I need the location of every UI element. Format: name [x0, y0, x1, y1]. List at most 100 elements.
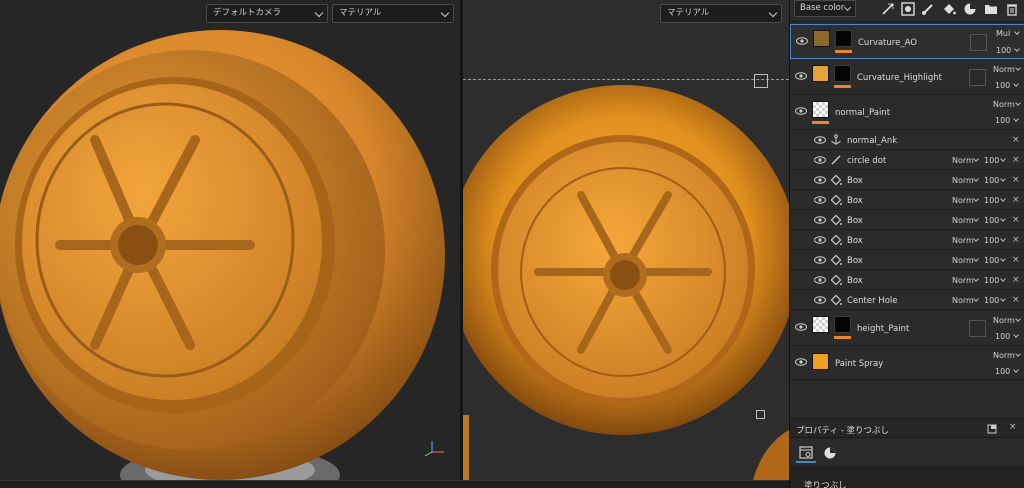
effect-row[interactable]: normal_Ank ×	[790, 130, 1024, 150]
close-icon[interactable]: ×	[1012, 195, 1020, 205]
eye-icon[interactable]	[814, 256, 826, 264]
close-icon[interactable]: ×	[1012, 135, 1020, 145]
opacity-value[interactable]: 100	[996, 46, 1011, 55]
resize-handle-top[interactable]	[754, 74, 768, 88]
opacity-value[interactable]: 100	[984, 176, 999, 185]
fill-icon	[830, 274, 842, 286]
layer-mask-thumbnail[interactable]	[835, 30, 852, 47]
eye-icon[interactable]	[814, 216, 826, 224]
blend-mode[interactable]: Norm	[952, 296, 974, 305]
fx-effect-icon[interactable]	[881, 2, 895, 16]
blend-mode[interactable]: Norm	[952, 216, 974, 225]
layer-row[interactable]: normal_Paint Norm 100	[790, 95, 1024, 130]
effect-row[interactable]: Box Norm 100 ×	[790, 170, 1024, 190]
eye-icon[interactable]	[795, 358, 807, 366]
opacity-value[interactable]: 100	[995, 332, 1010, 341]
layer-mask-thumbnail[interactable]	[834, 316, 851, 333]
eye-icon[interactable]	[814, 236, 826, 244]
fill-icon	[830, 294, 842, 306]
viewport-3d[interactable]: デフォルトカメラ マテリアル	[0, 0, 460, 480]
material-select-right[interactable]: マテリアル	[660, 4, 782, 23]
brush-icon[interactable]	[921, 2, 935, 16]
blend-mode[interactable]: Norm	[993, 351, 1015, 360]
opacity-value[interactable]: 100	[984, 256, 999, 265]
material-icon[interactable]	[963, 2, 977, 16]
smart-mask-icon[interactable]	[901, 2, 915, 16]
tab-fill-properties[interactable]	[796, 443, 816, 463]
viewport-2d[interactable]: マテリアル	[463, 0, 789, 480]
fill-bucket-icon[interactable]	[942, 2, 956, 16]
opacity-value[interactable]: 100	[995, 367, 1010, 376]
eye-icon[interactable]	[795, 323, 807, 331]
layer-name: Curvature_Highlight	[857, 73, 942, 83]
material-select-left[interactable]: マテリアル	[332, 4, 454, 23]
folder-icon[interactable]	[984, 2, 998, 16]
opacity-value[interactable]: 100	[984, 276, 999, 285]
camera-select[interactable]: デフォルトカメラ	[206, 4, 328, 23]
blend-mode[interactable]: Norm	[993, 316, 1015, 325]
effect-row[interactable]: Box Norm 100 ×	[790, 210, 1024, 230]
chevron-down-icon	[1000, 196, 1006, 202]
eye-icon[interactable]	[814, 136, 826, 144]
eye-icon[interactable]	[795, 72, 807, 80]
eye-icon[interactable]	[814, 156, 826, 164]
layer-row[interactable]: Curvature_Highlight Norm 100	[790, 59, 1024, 95]
blend-mode[interactable]: Norm	[952, 176, 974, 185]
opacity-value[interactable]: 100	[984, 216, 999, 225]
opacity-value[interactable]: 100	[995, 81, 1010, 90]
undock-icon[interactable]	[987, 424, 997, 434]
chevron-down-icon	[973, 276, 979, 282]
layer-row[interactable]: Curvature_AO Mul 100	[790, 24, 1024, 59]
chevron-down-icon	[973, 296, 979, 302]
channel-select[interactable]: Base color	[794, 0, 856, 17]
close-icon[interactable]: ×	[1012, 155, 1020, 165]
close-icon[interactable]: ×	[1012, 255, 1020, 265]
opacity-value[interactable]: 100	[984, 196, 999, 205]
effect-row[interactable]: Box Norm 100 ×	[790, 230, 1024, 250]
layer-row[interactable]: Paint Spray Norm 100	[790, 346, 1024, 380]
blend-mode[interactable]: Norm	[952, 256, 974, 265]
close-icon[interactable]: ×	[1009, 422, 1017, 432]
close-icon[interactable]: ×	[1012, 235, 1020, 245]
blend-mode[interactable]: Norm	[952, 276, 974, 285]
eye-icon[interactable]	[814, 176, 826, 184]
resize-handle-bottom[interactable]	[756, 410, 765, 419]
mask-accent	[835, 50, 852, 53]
effect-row[interactable]: Center Hole Norm 100 ×	[790, 290, 1024, 310]
close-icon[interactable]: ×	[1012, 215, 1020, 225]
properties-body: 塗りつぶし	[790, 465, 1024, 488]
blend-mode[interactable]: Norm	[993, 65, 1015, 74]
close-icon[interactable]: ×	[1012, 275, 1020, 285]
mask-slot[interactable]	[969, 320, 986, 337]
status-strip	[0, 480, 789, 488]
mask-slot[interactable]	[969, 69, 986, 86]
blend-mode[interactable]: Norm	[993, 100, 1015, 109]
eye-icon[interactable]	[796, 37, 808, 45]
close-icon[interactable]: ×	[1012, 295, 1020, 305]
eye-icon[interactable]	[795, 107, 807, 115]
chevron-down-icon	[1013, 367, 1019, 373]
blend-mode[interactable]: Norm	[952, 156, 974, 165]
blend-mode[interactable]: Norm	[952, 236, 974, 245]
opacity-value[interactable]: 100	[984, 156, 999, 165]
effect-row[interactable]: circle dot Norm 100 ×	[790, 150, 1024, 170]
blend-mode[interactable]: Norm	[952, 196, 974, 205]
trash-icon[interactable]	[1005, 2, 1019, 16]
fill-icon	[830, 234, 842, 246]
effect-name: Box	[847, 236, 863, 246]
effect-row[interactable]: Box Norm 100 ×	[790, 270, 1024, 290]
layer-row[interactable]: height_Paint Norm 100	[790, 310, 1024, 346]
opacity-value[interactable]: 100	[984, 236, 999, 245]
eye-icon[interactable]	[814, 296, 826, 304]
layer-mask-thumbnail[interactable]	[834, 65, 851, 82]
eye-icon[interactable]	[814, 196, 826, 204]
opacity-value[interactable]: 100	[984, 296, 999, 305]
opacity-value[interactable]: 100	[995, 116, 1010, 125]
effect-row[interactable]: Box Norm 100 ×	[790, 190, 1024, 210]
eye-icon[interactable]	[814, 276, 826, 284]
tab-material-properties[interactable]	[820, 443, 840, 463]
close-icon[interactable]: ×	[1012, 175, 1020, 185]
effect-row[interactable]: Box Norm 100 ×	[790, 250, 1024, 270]
mask-slot[interactable]	[970, 34, 987, 51]
blend-mode[interactable]: Mul	[996, 29, 1010, 38]
